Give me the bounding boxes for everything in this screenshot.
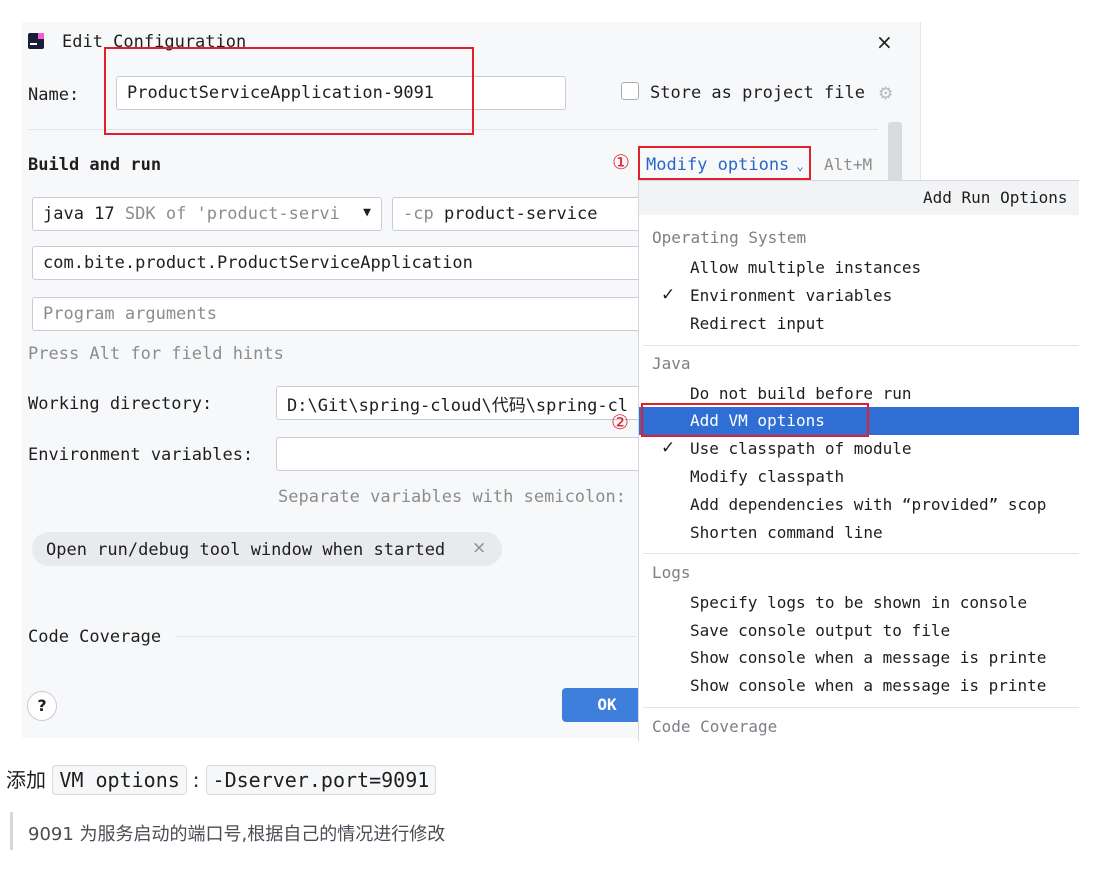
option-use-classpath-of-module[interactable]: ✓ Use classpath of module [639, 435, 1079, 463]
option-label: Redirect input [690, 314, 825, 333]
gear-icon[interactable]: ⚙ [878, 84, 893, 104]
tag-close-icon[interactable]: × [472, 538, 486, 558]
option-label: Add dependencies with “provided” scop [690, 495, 1047, 514]
popup-divider [643, 553, 1079, 554]
open-tool-window-label: Open run/debug tool window when started [46, 540, 446, 560]
option-label: Allow multiple instances [690, 258, 922, 277]
annotation-box-name [104, 47, 474, 135]
section-title-operating-system: Operating System [652, 228, 807, 247]
working-directory-value: D:\Git\spring-cloud\代码\spring-cl [287, 395, 629, 416]
modify-options-shortcut: Alt+M [824, 155, 873, 174]
store-as-project-label[interactable]: Store as project file [650, 83, 865, 103]
app-logo-icon [28, 33, 44, 49]
section-title-logs: Logs [652, 563, 691, 582]
option-shorten-command-line[interactable]: Shorten command line [639, 519, 1079, 547]
build-and-run-heading: Build and run [28, 155, 162, 175]
jdk-sdk-text: SDK of 'product-servi [124, 204, 340, 224]
cp-module: product-service [443, 204, 598, 224]
jdk-select[interactable]: java 17 SDK of 'product-servi ▼ [32, 197, 382, 231]
section-title-java: Java [652, 354, 691, 373]
help-button[interactable]: ? [27, 691, 57, 721]
option-label: Do not build before run [690, 384, 912, 403]
option-label: Environment variables [690, 286, 893, 305]
note-quote-bar [10, 812, 13, 850]
jdk-version: java 17 [43, 204, 115, 224]
instruction-line: 添加 VM options: -Dserver.port=9091 [6, 764, 437, 795]
option-redirect-input[interactable]: Redirect input [639, 310, 1079, 338]
code-coverage-heading: Code Coverage [28, 627, 162, 647]
option-label: Modify classpath [690, 467, 845, 486]
open-tool-window-tag[interactable]: Open run/debug tool window when started … [32, 532, 502, 566]
environment-variables-hint: Separate variables with semicolon: [278, 487, 626, 507]
option-allow-multiple-instances[interactable]: Allow multiple instances [639, 254, 1079, 282]
check-icon: ✓ [661, 438, 676, 458]
popup-divider [643, 345, 1079, 346]
option-label: Save console output to file [690, 621, 951, 640]
option-specify-logs[interactable]: Specify logs to be shown in console [639, 589, 1079, 617]
option-show-console-stdout[interactable]: Show console when a message is printe [639, 644, 1079, 672]
divider [176, 636, 636, 637]
code-vm-options: VM options [52, 765, 187, 795]
section-title-code-coverage: Code Coverage [652, 717, 778, 736]
option-label: Show console when a message is printe [690, 676, 1047, 695]
cp-prefix: -cp [403, 204, 434, 224]
annotation-box-modify-options [638, 146, 811, 180]
popup-title: Add Run Options [923, 188, 1068, 207]
annotation-box-add-vm-options [641, 403, 869, 437]
option-label: Specify logs to be shown in console [690, 593, 1028, 612]
close-icon[interactable]: × [876, 30, 893, 54]
classpath-module-select[interactable]: -cp product-service [392, 197, 652, 231]
option-add-dependencies-provided[interactable]: Add dependencies with “provided” scop [639, 491, 1079, 519]
environment-variables-input[interactable] [276, 437, 652, 471]
instruction-prefix: 添加 [6, 768, 46, 792]
option-environment-variables[interactable]: ✓ Environment variables [639, 282, 1079, 310]
popup-header: Add Run Options [639, 181, 1079, 215]
note-text: 9091 为服务启动的端口号,根据自己的情况进行修改 [28, 824, 446, 845]
popup-divider [643, 707, 1079, 708]
name-label: Name: [28, 85, 80, 105]
main-class-input[interactable]: com.bite.product.ProductServiceApplicati… [32, 246, 652, 280]
option-label: Show console when a message is printe [690, 648, 1047, 667]
option-save-console-output[interactable]: Save console output to file [639, 617, 1079, 645]
environment-variables-label: Environment variables: [28, 445, 254, 465]
working-directory-input[interactable]: D:\Git\spring-cloud\代码\spring-cl [276, 386, 652, 420]
help-label: ? [37, 696, 47, 715]
dropdown-arrow-icon: ▼ [363, 205, 371, 220]
main-class-value: com.bite.product.ProductServiceApplicati… [43, 253, 473, 273]
instruction-separator: : [192, 768, 200, 792]
option-label: Use classpath of module [690, 439, 912, 458]
code-server-port: -Dserver.port=9091 [205, 765, 437, 795]
working-directory-label: Working directory: [28, 394, 213, 414]
option-show-console-stderr[interactable]: Show console when a message is printe [639, 672, 1079, 700]
store-as-project-checkbox[interactable] [621, 82, 639, 100]
add-run-options-popup: Add Run Options Operating System Allow m… [638, 180, 1079, 741]
annotation-marker-2: ② [611, 410, 629, 434]
annotation-marker-1: ① [612, 150, 630, 174]
ok-label: OK [597, 695, 617, 714]
program-arguments-placeholder: Program arguments [43, 304, 217, 324]
check-icon: ✓ [661, 285, 676, 305]
program-arguments-input[interactable]: Program arguments [32, 297, 652, 331]
option-modify-classpath[interactable]: Modify classpath [639, 463, 1079, 491]
field-hints-text: Press Alt for field hints [28, 344, 284, 364]
option-label: Shorten command line [690, 523, 883, 542]
scrollbar-thumb[interactable] [888, 122, 902, 182]
